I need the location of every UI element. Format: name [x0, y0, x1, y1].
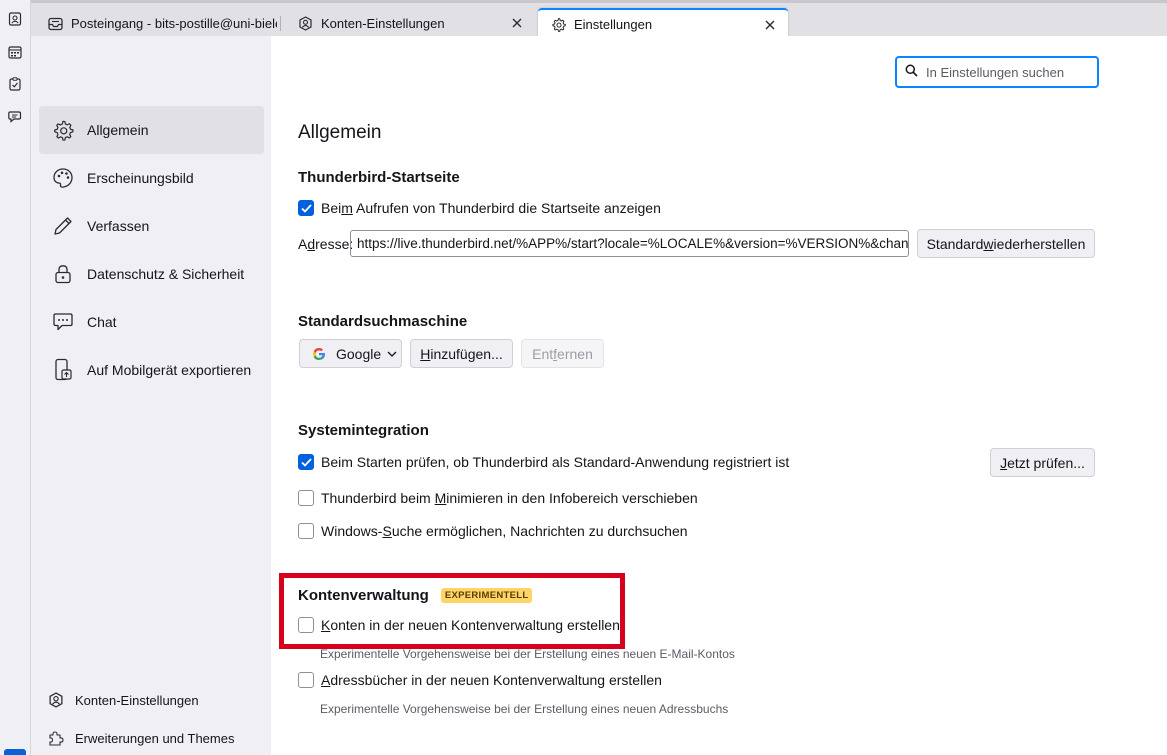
startpage-address-input[interactable]: https://live.thunderbird.net/%APP%/start… [350, 230, 909, 257]
search-input[interactable] [926, 64, 1091, 80]
address-book-icon[interactable] [6, 10, 24, 28]
account-settings-icon [297, 16, 313, 32]
puzzle-icon [47, 729, 65, 747]
tab-account-settings[interactable]: Konten-Einstellungen [285, 8, 535, 39]
tab-bar: Posteingang - bits-postille@uni-bielefel… [31, 0, 1167, 39]
checkbox-label: Beim Starten prüfen, ob Thunderbird als … [321, 454, 790, 470]
chevron-down-icon [387, 351, 397, 357]
experimental-badge: EXPERIMENTELL [440, 588, 533, 603]
windows-search-checkbox[interactable] [298, 523, 314, 539]
footer-link-label: Erweiterungen und Themes [75, 730, 235, 746]
sidebar-item-label: Erscheinungsbild [87, 170, 194, 186]
section-heading-search-engine: Standardsuchmaschine [298, 313, 468, 330]
sidebar-item-label: Datenschutz & Sicherheit [87, 266, 245, 282]
search-engine-selected: Google [336, 345, 382, 362]
new-accounts-description: Experimentelle Vorgehensweise bei der Er… [320, 647, 735, 661]
new-addressbooks-checkbox[interactable] [298, 672, 314, 688]
tab-inbox[interactable]: Posteingang - bits-postille@uni-bielefel… [35, 8, 281, 39]
sidebar-item-chat[interactable]: Chat [39, 298, 264, 346]
checkbox-label: Adressbücher in der neuen Kontenverwaltu… [321, 672, 662, 688]
windows-search-row[interactable]: Windows-Suche ermöglichen, Nachrichten z… [298, 523, 688, 539]
tasks-icon[interactable] [6, 75, 24, 93]
settings-search[interactable] [895, 56, 1099, 88]
gear-icon [51, 118, 75, 142]
checkbox-label: Thunderbird beim Minimieren in den Infob… [321, 490, 698, 506]
tab-label: Posteingang - bits-postille@uni-bielefel… [71, 16, 277, 31]
check-default-checkbox[interactable] [298, 454, 314, 470]
section-heading-startpage: Thunderbird-Startseite [298, 169, 460, 186]
mobile-export-icon [51, 358, 75, 382]
remove-search-engine-button[interactable]: Ent f ernen [521, 339, 604, 368]
sidebar-item-label: Auf Mobilgerät exportieren [87, 362, 252, 378]
highlight-box [279, 573, 625, 649]
palette-icon [51, 166, 75, 190]
check-default-row[interactable]: Beim Starten prüfen, ob Thunderbird als … [298, 454, 789, 470]
startpage-checkbox-row[interactable]: Beim Aufrufen von Thunderbird die Starts… [298, 200, 661, 216]
close-icon[interactable] [762, 17, 778, 33]
new-addressbooks-row[interactable]: Adressbücher in der neuen Kontenverwaltu… [298, 672, 662, 688]
pencil-icon [51, 214, 75, 238]
sidebar-item-appearance[interactable]: Erscheinungsbild [39, 154, 264, 202]
address-label: Adresse: [298, 236, 354, 252]
sidebar-item-label: Verfassen [87, 218, 150, 234]
add-search-engine-button[interactable]: Hinzufügen... [410, 339, 513, 368]
settings-sidebar: Allgemein Erscheinungsbild Verfassen Dat… [31, 36, 271, 755]
inbox-icon [47, 16, 63, 32]
search-icon [905, 64, 918, 80]
lock-icon [51, 262, 75, 286]
settings-main: Allgemein Thunderbird-Startseite Beim Au… [271, 36, 1167, 755]
checkbox-label: Beim Aufrufen von Thunderbird die Starts… [321, 200, 661, 216]
tab-label: Konten-Einstellungen [321, 16, 445, 31]
new-accounts-checkbox[interactable] [298, 617, 314, 633]
checkbox-label: Windows-Suche ermöglichen, Nachrichten z… [321, 523, 688, 539]
sidebar-item-general[interactable]: Allgemein [39, 106, 264, 154]
account-settings-icon [47, 691, 65, 709]
spaces-toolbar [0, 0, 31, 755]
sidebar-item-compose[interactable]: Verfassen [39, 202, 264, 250]
sidebar-item-mobile-export[interactable]: Auf Mobilgerät exportieren [39, 346, 264, 394]
footer-link-label: Konten-Einstellungen [75, 692, 199, 708]
section-heading-account-mgmt: Kontenverwaltung EXPERIMENTELL [298, 587, 533, 604]
new-addressbooks-description: Experimentelle Vorgehensweise bei der Er… [320, 702, 729, 716]
chat-icon [51, 310, 75, 334]
startpage-checkbox[interactable] [298, 200, 314, 216]
calendar-icon[interactable] [6, 43, 24, 61]
section-heading-system: Systemintegration [298, 422, 429, 439]
google-logo-icon [312, 347, 326, 361]
minimize-tray-row[interactable]: Thunderbird beim Minimieren in den Infob… [298, 490, 698, 506]
new-accounts-row[interactable]: Konten in der neuen Kontenverwaltung ers… [298, 617, 620, 633]
sidebar-item-label: Chat [87, 314, 117, 330]
gear-icon [550, 17, 566, 33]
search-engine-dropdown[interactable]: Google [299, 339, 402, 368]
checkbox-label: Konten in der neuen Kontenverwaltung ers… [321, 617, 620, 633]
sidebar-item-privacy[interactable]: Datenschutz & Sicherheit [39, 250, 264, 298]
chat-icon[interactable] [6, 108, 24, 126]
restore-default-button[interactable]: Standard w iederherstellen [917, 229, 1095, 258]
account-settings-link[interactable]: Konten-Einstellungen [47, 691, 199, 709]
tab-settings[interactable]: Einstellungen [538, 8, 788, 39]
spaces-menu-button[interactable] [4, 749, 26, 755]
close-icon[interactable] [509, 15, 525, 31]
sidebar-item-label: Allgemein [87, 122, 149, 138]
addons-themes-link[interactable]: Erweiterungen und Themes [47, 729, 234, 747]
page-title: Allgemein [298, 122, 382, 143]
check-now-button[interactable]: Jetzt prüfen... [990, 448, 1095, 477]
minimize-tray-checkbox[interactable] [298, 490, 314, 506]
tab-label: Einstellungen [574, 17, 653, 32]
